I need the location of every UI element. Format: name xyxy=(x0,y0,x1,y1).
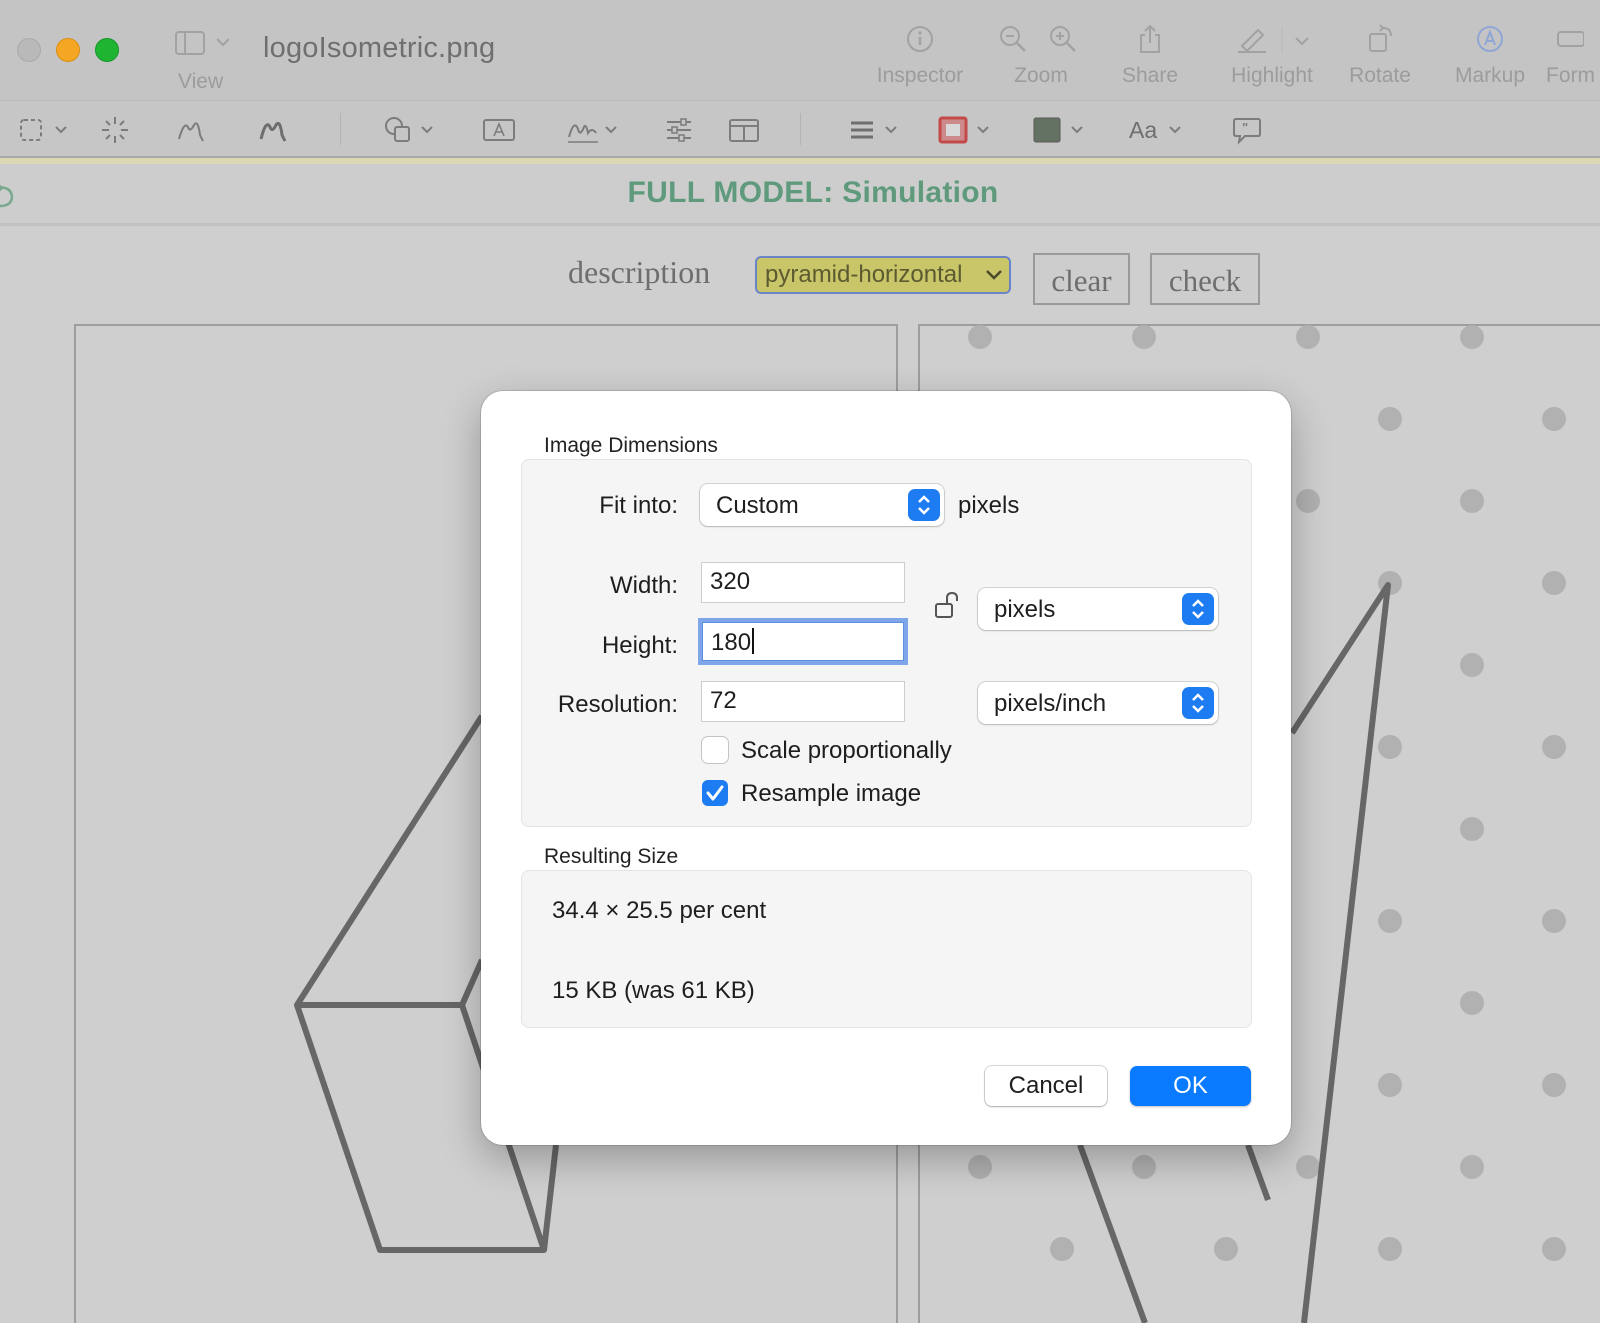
rectangle-selection-icon xyxy=(20,119,67,141)
height-field[interactable]: 180 xyxy=(702,622,904,661)
lock-open-icon[interactable] xyxy=(934,590,962,620)
text-style-button[interactable]: Aa xyxy=(1128,115,1188,145)
window-zoom-button[interactable] xyxy=(95,38,119,62)
text-tool-button[interactable] xyxy=(482,115,516,145)
size-unit-value: pixels xyxy=(994,596,1056,623)
fit-into-unit: pixels xyxy=(958,492,1020,519)
selection-tool-button[interactable] xyxy=(18,115,74,145)
toolbar-divider xyxy=(340,113,341,145)
signature-icon xyxy=(568,124,617,143)
inspector-button[interactable]: Inspector xyxy=(860,24,980,96)
share-label: Share xyxy=(1121,64,1179,87)
shapes-button[interactable] xyxy=(384,115,440,145)
draw-icon xyxy=(259,121,287,142)
rotate-label: Rotate xyxy=(1349,64,1411,87)
rotate-button[interactable]: Rotate xyxy=(1340,24,1420,96)
window-minimize-button[interactable] xyxy=(56,38,80,62)
line-style-icon xyxy=(851,121,897,139)
popup-stepper-icon xyxy=(1182,687,1214,719)
popup-stepper-icon xyxy=(1182,593,1214,625)
height-field-value: 180 xyxy=(711,629,752,656)
document-title: logoIsometric.png xyxy=(263,32,496,64)
image-dimensions-title: Image Dimensions xyxy=(544,434,718,457)
speech-bubble-icon: " xyxy=(1233,118,1261,145)
resample-image-label: Resample image xyxy=(741,780,922,807)
form-label: Form xyxy=(1546,64,1595,87)
width-field[interactable]: 320 xyxy=(702,563,904,602)
rotate-icon xyxy=(1369,24,1392,52)
text-caret xyxy=(752,628,755,654)
resize-icon xyxy=(729,119,759,142)
adjust-size-button[interactable] xyxy=(728,115,760,145)
shape-style-button[interactable] xyxy=(848,115,904,145)
result-percent: 34.4 × 25.5 per cent xyxy=(552,897,767,924)
scale-proportionally-checkbox[interactable] xyxy=(702,737,728,763)
sketch-tool-button[interactable] xyxy=(176,115,206,145)
svg-text:": " xyxy=(1242,120,1248,135)
draw-tool-button[interactable] xyxy=(258,115,288,145)
resolution-unit-popup[interactable]: pixels/inch xyxy=(978,682,1218,724)
window-titlebar: View logoIsometric.png Inspector Zoom Sh… xyxy=(0,0,1600,100)
border-color-button[interactable] xyxy=(938,115,998,145)
markup-toolbar: Aa " xyxy=(0,100,1600,156)
popup-stepper-icon xyxy=(908,489,940,521)
fill-color-button[interactable] xyxy=(1032,115,1092,145)
magic-wand-icon xyxy=(102,117,128,143)
resolution-field[interactable]: 72 xyxy=(702,682,904,721)
zoom-label: Zoom xyxy=(1014,64,1068,87)
fit-into-value: Custom xyxy=(716,492,799,519)
zoom-in-icon[interactable] xyxy=(1048,24,1078,54)
sliders-icon xyxy=(667,118,691,142)
svg-text:Aa: Aa xyxy=(1129,117,1157,143)
toolbar-divider xyxy=(800,113,801,145)
image-dimensions-box: Fit into: Custom pixels Width: 320 Heigh… xyxy=(521,459,1252,827)
resolution-label: Resolution: xyxy=(557,691,678,718)
fit-into-label: Fit into: xyxy=(599,492,678,519)
form-icon xyxy=(1557,31,1584,47)
markup-icon xyxy=(1477,26,1503,52)
sidebar-icon xyxy=(175,31,230,55)
highlight-label: Highlight xyxy=(1231,64,1313,87)
form-button[interactable]: Form xyxy=(1546,24,1600,96)
view-menu-button[interactable]: View xyxy=(172,26,236,96)
info-icon xyxy=(907,26,933,52)
font-icon: Aa xyxy=(1129,117,1181,143)
resulting-size-title: Resulting Size xyxy=(544,845,679,868)
share-button[interactable]: Share xyxy=(1110,24,1190,96)
instant-alpha-button[interactable] xyxy=(100,115,130,145)
ok-button[interactable]: OK xyxy=(1130,1066,1251,1106)
inspector-label: Inspector xyxy=(876,64,964,87)
markup-button[interactable]: Markup xyxy=(1440,24,1540,96)
scale-proportionally-label: Scale proportionally xyxy=(741,737,952,764)
shapes-icon xyxy=(385,117,433,142)
sketch-icon xyxy=(178,122,204,142)
toolbar-separator xyxy=(0,156,1600,164)
highlight-button[interactable]: Highlight xyxy=(1222,24,1322,96)
adjust-color-button[interactable] xyxy=(664,115,694,145)
size-unit-popup[interactable]: pixels xyxy=(978,588,1218,630)
fill-color-icon xyxy=(1033,117,1083,143)
adjust-size-dialog: Image Dimensions Fit into: Custom pixels… xyxy=(481,391,1291,1145)
share-icon xyxy=(1140,24,1160,53)
height-label: Height: xyxy=(601,632,678,659)
resample-image-checkbox[interactable] xyxy=(702,780,728,806)
zoom-out-icon[interactable] xyxy=(998,24,1028,54)
zoom-group: Zoom xyxy=(996,24,1086,96)
view-label: View xyxy=(178,70,224,93)
border-color-icon xyxy=(938,116,989,144)
width-label: Width: xyxy=(609,572,678,599)
result-filesize: 15 KB (was 61 KB) xyxy=(552,977,755,1004)
window-close-button[interactable] xyxy=(17,38,41,62)
highlighter-icon xyxy=(1238,28,1309,53)
resulting-size-box: 34.4 × 25.5 per cent 15 KB (was 61 KB) xyxy=(521,870,1252,1028)
text-box-icon xyxy=(483,119,515,141)
markup-label: Markup xyxy=(1454,64,1526,87)
fit-into-popup[interactable]: Custom xyxy=(700,484,944,526)
sign-button[interactable] xyxy=(566,115,626,145)
checkmark-icon xyxy=(706,785,724,801)
description-button[interactable]: " xyxy=(1232,115,1262,145)
resolution-unit-value: pixels/inch xyxy=(994,690,1107,717)
cancel-button[interactable]: Cancel xyxy=(985,1066,1107,1106)
